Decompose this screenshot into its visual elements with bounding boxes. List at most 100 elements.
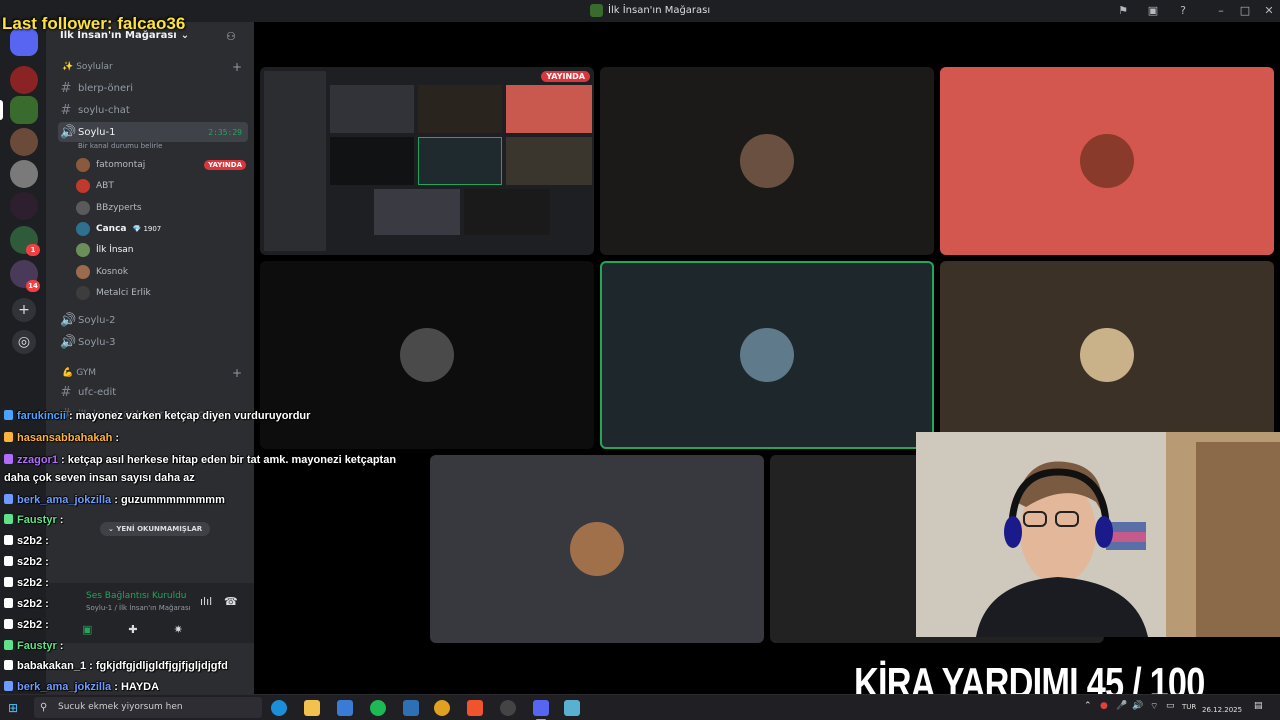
voice-user[interactable]: fatomontaj YAYINDA <box>76 155 246 175</box>
chrome-icon[interactable] <box>434 700 450 716</box>
chat-message: farukincii : mayonez varken ketçap diyen… <box>4 410 310 422</box>
chat-username: Faustyr <box>17 640 57 652</box>
channel-status[interactable]: Bir kanal durumu belirle <box>78 142 162 150</box>
chat-badge-icon <box>4 577 13 587</box>
voice-user[interactable]: BBzyperts <box>76 198 246 218</box>
text-channel-soylu-chat[interactable]: # soylu-chat <box>58 100 248 120</box>
live-badge: YAYINDA <box>204 160 246 170</box>
server-icon-5[interactable] <box>10 192 38 220</box>
category-gym[interactable]: 💪 GYM <box>62 368 96 378</box>
voice-channel-soylu-3[interactable]: 🔊 Soylu-3 <box>58 332 248 352</box>
add-channel-icon[interactable]: + <box>232 366 242 380</box>
user-name: BBzyperts <box>96 203 142 213</box>
wifi-icon[interactable]: ⌔ <box>1150 701 1158 712</box>
language-indicator[interactable]: TUR <box>1182 703 1196 711</box>
notepad-icon[interactable] <box>564 700 580 716</box>
brave-icon[interactable] <box>467 700 483 716</box>
text-channel-ufc-edit[interactable]: # ufc-edit <box>58 382 248 402</box>
server-icon-4[interactable] <box>10 160 38 188</box>
notification-icon[interactable]: ▤ <box>1254 701 1263 711</box>
voice-user[interactable]: Metalci Erlik <box>76 283 246 303</box>
invite-icon[interactable]: ⚇ <box>226 30 236 43</box>
chat-badge-icon <box>4 556 13 566</box>
avatar <box>570 522 624 576</box>
windows-start-icon[interactable]: ⊞ <box>8 701 18 715</box>
chat-badge-icon <box>4 640 13 650</box>
tray-app-icon[interactable]: ● <box>1100 701 1108 711</box>
file-explorer-icon[interactable] <box>304 700 320 716</box>
chat-badge-icon <box>4 619 13 629</box>
streamer-webcam <box>916 432 1280 637</box>
taskbar-search[interactable]: ⚲ Sucuk ekmek yiyorsum hen <box>34 697 262 718</box>
speaker-icon: 🔊 <box>60 124 77 140</box>
channel-label: soylu-chat <box>78 104 130 116</box>
user-name: Kosnok <box>96 267 129 277</box>
participant-tile[interactable] <box>600 67 934 255</box>
speaker-icon: 🔊 <box>60 334 77 350</box>
participant-tile[interactable] <box>940 67 1274 255</box>
chat-badge-icon <box>4 410 13 420</box>
participant-tile-speaking[interactable] <box>600 261 934 449</box>
chat-text: : <box>42 598 49 610</box>
explore-icon[interactable]: ◎ <box>12 330 36 354</box>
stream-tile[interactable]: YAYINDA <box>260 67 594 255</box>
clock[interactable]: 26.12.2025 <box>1202 697 1242 715</box>
chat-badge-icon <box>4 681 13 691</box>
battery-icon[interactable]: ▭ <box>1166 701 1175 711</box>
screen: İlk İnsan'ın Mağarası ⚑ ▣ ? – □ ✕ 1 14 +… <box>0 0 1280 720</box>
chat-badge-icon <box>4 514 13 524</box>
volume-icon[interactable]: 🔊 <box>1132 701 1143 711</box>
text-channel-blerp[interactable]: # blerp-öneri <box>58 78 248 98</box>
channel-label: Soylu-2 <box>78 314 116 326</box>
popout-icon[interactable]: ▣ <box>1146 4 1160 18</box>
server-icon-active[interactable] <box>10 96 38 124</box>
user-name: İlk İnsan <box>96 245 134 255</box>
channel-label: Soylu-1 <box>78 126 116 138</box>
voice-user[interactable]: İlk İnsan <box>76 240 246 260</box>
chat-username: hasansabbahakah <box>17 432 113 444</box>
avatar <box>76 158 90 172</box>
spotify-icon[interactable] <box>370 700 386 716</box>
add-server-icon[interactable]: + <box>12 298 36 322</box>
chat-text: daha çok seven insan sayısı daha az <box>4 472 195 484</box>
voice-user[interactable]: Canca 💎 1907 <box>76 219 246 239</box>
chat-text: : <box>112 432 120 444</box>
speaker-icon: 🔊 <box>60 312 77 328</box>
user-name: Metalci Erlik <box>96 288 151 298</box>
edge-icon[interactable] <box>271 700 287 716</box>
chat-message: berk_ama_jokzilla : guzummmmmmmm <box>4 494 225 506</box>
voice-user[interactable]: Kosnok <box>76 262 246 282</box>
chat-message: hasansabbahakah : <box>4 432 119 444</box>
chat-username: s2b2 <box>17 535 43 547</box>
help-icon[interactable]: ? <box>1176 4 1190 18</box>
search-text: Sucuk ekmek yiyorsum hen <box>58 702 183 712</box>
participant-tile[interactable] <box>430 455 764 643</box>
microphone-icon[interactable]: 🎤 <box>1116 701 1127 711</box>
add-channel-icon[interactable]: + <box>232 60 242 74</box>
chat-message: babakakan_1 : fgkjdfgjdljgldfjgjfjgljdjg… <box>4 660 228 672</box>
chat-message: s2b2 : <box>4 598 49 610</box>
server-icon-1[interactable] <box>10 66 38 94</box>
participant-tile[interactable] <box>940 261 1274 449</box>
server-icon-3[interactable] <box>10 128 38 156</box>
avatar <box>740 328 794 382</box>
close-icon[interactable]: ✕ <box>1262 4 1276 18</box>
voice-user[interactable]: ABT <box>76 176 246 196</box>
chat-message: Faustyr : <box>4 514 63 526</box>
minimize-icon[interactable]: – <box>1214 4 1228 18</box>
chat-text: : <box>56 640 64 652</box>
sparkle-icon: ✨ <box>62 62 74 72</box>
tray-chevron-icon[interactable]: ⌃ <box>1084 701 1092 711</box>
chat-username: berk_ama_jokzilla <box>17 494 112 506</box>
chat-badge-icon <box>4 660 13 670</box>
obs-icon[interactable] <box>500 700 516 716</box>
calculator-icon[interactable] <box>403 700 419 716</box>
discord-icon[interactable] <box>533 700 549 720</box>
inbox-icon[interactable]: ⚑ <box>1116 4 1130 18</box>
store-icon[interactable] <box>337 700 353 716</box>
category-soylular[interactable]: ✨ Soylular <box>62 62 113 72</box>
voice-channel-soylu-2[interactable]: 🔊 Soylu-2 <box>58 310 248 330</box>
voice-channel-soylu-1[interactable]: 🔊 Soylu-1 2:35:29 <box>58 122 248 142</box>
chat-message: berk_ama_jokzilla : HAYDA <box>4 681 159 693</box>
maximize-icon[interactable]: □ <box>1238 4 1252 18</box>
